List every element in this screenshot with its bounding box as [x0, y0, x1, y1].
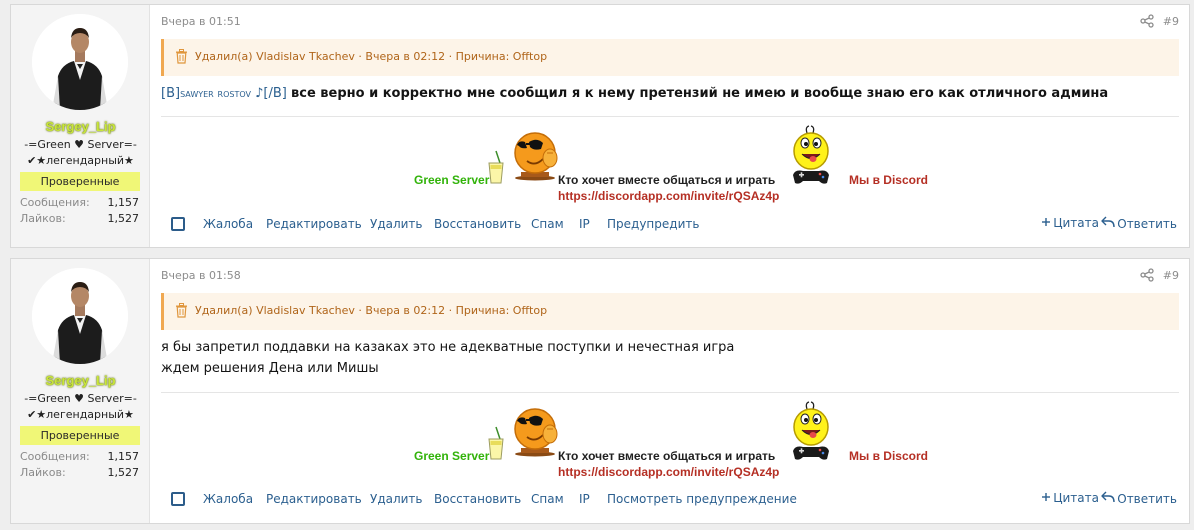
post-main: Вчера в 01:51 #9 Удалил(а) Vladislav Tka…: [161, 5, 1189, 247]
post-actions: Жалоба Редактировать Удалить Восстановит…: [161, 215, 1189, 235]
share-icon[interactable]: [1140, 14, 1154, 28]
user-info: Sergey_Lip -=Green ♥ Server=- ✔★легендар…: [11, 259, 150, 523]
signature-green-server: Green Server: [414, 173, 490, 187]
action-view-warning[interactable]: Посмотреть предупреждение: [607, 492, 797, 506]
gamer-smiley-icon: [791, 125, 831, 189]
signature: Green Server Кто хочет вместе общаться и…: [161, 117, 1179, 203]
trash-icon: [175, 49, 188, 64]
post-date[interactable]: Вчера в 01:58: [161, 269, 241, 282]
user-info: Sergey_Lip -=Green ♥ Server=- ✔★легендар…: [11, 5, 150, 247]
message-prefix-name: sawyer rostov: [180, 86, 251, 100]
avatar[interactable]: [32, 268, 128, 364]
action-ip[interactable]: IP: [579, 217, 590, 231]
stat-label: Лайков:: [20, 212, 66, 225]
signature-discord-label: Мы в Discord: [849, 173, 928, 187]
message-prefix-note: ♪[/B]: [251, 86, 292, 101]
plus-icon: [1041, 492, 1051, 502]
stat-value: 1,527: [107, 212, 140, 225]
message-line: ждем решения Дена или Мишы: [161, 361, 379, 376]
signature-invite-text: Кто хочет вместе общаться и играть: [558, 449, 776, 463]
reply-icon: [1101, 491, 1115, 503]
stat-likes: Лайков: 1,527: [20, 466, 139, 479]
user-rank: ✔★легендарный★: [27, 408, 134, 421]
stat-messages: Сообщения: 1,157: [20, 196, 139, 209]
stat-label: Сообщения:: [20, 196, 90, 209]
deleted-notice-text: Удалил(а) Vladislav Tkachev · Вчера в 02…: [195, 304, 548, 317]
post-number[interactable]: #9: [1163, 15, 1179, 28]
reply-label: Ответить: [1117, 492, 1177, 506]
user-banner: Проверенные: [20, 426, 140, 445]
username[interactable]: Sergey_Lip: [11, 373, 150, 388]
user-title: -=Green ♥ Server=-: [24, 392, 137, 405]
deleted-notice: Удалил(а) Vladislav Tkachev · Вчера в 02…: [161, 293, 1179, 330]
message-text: [B]sawyer rostov ♪[/B] все верно и корре…: [161, 86, 1108, 101]
user-rank: ✔★легендарный★: [27, 154, 134, 167]
action-edit[interactable]: Редактировать: [266, 492, 362, 506]
post-number[interactable]: #9: [1163, 269, 1179, 282]
cocktail-glass-icon: [487, 149, 505, 185]
reply-button[interactable]: Ответить: [1101, 216, 1177, 231]
reply-button[interactable]: Ответить: [1101, 491, 1177, 506]
action-spam[interactable]: Спам: [531, 217, 564, 231]
user-banner: Проверенные: [20, 172, 140, 191]
plus-icon: [1041, 217, 1051, 227]
signature: Green Server Кто хочет вместе общаться и…: [161, 393, 1179, 479]
stat-likes: Лайков: 1,527: [20, 212, 139, 225]
user-title: -=Green ♥ Server=-: [24, 138, 137, 151]
quote-button[interactable]: Цитата: [1041, 216, 1099, 230]
cool-smiley-icon: [507, 401, 563, 457]
stat-messages: Сообщения: 1,157: [20, 450, 139, 463]
select-checkbox[interactable]: [171, 492, 185, 506]
signature-green-server: Green Server: [414, 449, 490, 463]
stat-label: Сообщения:: [20, 450, 90, 463]
signature-discord-link[interactable]: https://discordapp.com/invite/rQSAz4p: [558, 189, 779, 203]
stat-value: 1,157: [107, 196, 140, 209]
cocktail-glass-icon: [487, 425, 505, 461]
action-spam[interactable]: Спам: [531, 492, 564, 506]
avatar[interactable]: [32, 14, 128, 110]
post-actions: Жалоба Редактировать Удалить Восстановит…: [161, 490, 1189, 510]
post-date[interactable]: Вчера в 01:51: [161, 15, 241, 28]
stat-label: Лайков:: [20, 466, 66, 479]
action-restore[interactable]: Восстановить: [434, 217, 521, 231]
deleted-notice: Удалил(а) Vladislav Tkachev · Вчера в 02…: [161, 39, 1179, 76]
action-delete[interactable]: Удалить: [370, 492, 423, 506]
action-restore[interactable]: Восстановить: [434, 492, 521, 506]
reply-label: Ответить: [1117, 217, 1177, 231]
message-line: я бы запретил поддавки на казаках это не…: [161, 340, 735, 355]
action-edit[interactable]: Редактировать: [266, 217, 362, 231]
trash-icon: [175, 303, 188, 318]
reply-icon: [1101, 216, 1115, 228]
message-prefix-open: [B]: [161, 86, 181, 101]
message-post: Sergey_Lip -=Green ♥ Server=- ✔★легендар…: [10, 4, 1190, 248]
cool-smiley-icon: [507, 125, 563, 181]
select-checkbox[interactable]: [171, 217, 185, 231]
share-icon[interactable]: [1140, 268, 1154, 282]
post-main: Вчера в 01:58 #9 Удалил(а) Vladislav Tka…: [161, 259, 1189, 523]
action-report[interactable]: Жалоба: [203, 217, 253, 231]
quote-button[interactable]: Цитата: [1041, 491, 1099, 505]
action-delete[interactable]: Удалить: [370, 217, 423, 231]
signature-invite-text: Кто хочет вместе общаться и играть: [558, 173, 776, 187]
message-post: Sergey_Lip -=Green ♥ Server=- ✔★легендар…: [10, 258, 1190, 524]
stat-value: 1,157: [107, 450, 140, 463]
action-report[interactable]: Жалоба: [203, 492, 253, 506]
deleted-notice-text: Удалил(а) Vladislav Tkachev · Вчера в 02…: [195, 50, 548, 63]
action-ip[interactable]: IP: [579, 492, 590, 506]
quote-label: Цитата: [1053, 491, 1099, 505]
stat-value: 1,527: [107, 466, 140, 479]
signature-discord-label: Мы в Discord: [849, 449, 928, 463]
gamer-smiley-icon: [791, 401, 831, 465]
username[interactable]: Sergey_Lip: [11, 119, 150, 134]
quote-label: Цитата: [1053, 216, 1099, 230]
message-bold-text: все верно и корректно мне сообщил я к не…: [291, 86, 1109, 101]
action-warn[interactable]: Предупредить: [607, 217, 699, 231]
signature-discord-link[interactable]: https://discordapp.com/invite/rQSAz4p: [558, 465, 779, 479]
